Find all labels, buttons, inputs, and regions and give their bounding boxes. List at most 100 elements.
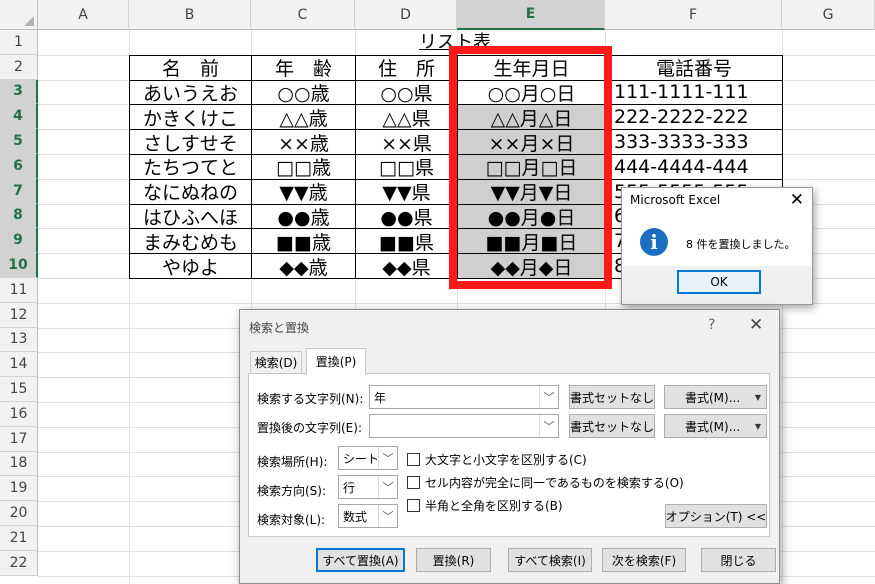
close-icon[interactable]: ✕ (790, 190, 804, 210)
look-in-select[interactable]: 数式 ﹀ (338, 504, 398, 528)
chevron-down-icon[interactable]: ﹀ (378, 476, 397, 498)
row-header-9[interactable]: 9 (0, 228, 38, 254)
table-header-cell[interactable]: 電話番号 (605, 54, 783, 81)
table-cell[interactable]: なにぬねの (129, 178, 252, 205)
table-cell[interactable]: △△県 (355, 104, 458, 131)
row-header-11[interactable]: 11 (0, 278, 38, 303)
chevron-down-icon[interactable]: ﹀ (539, 415, 558, 437)
table-cell[interactable]: 444-4444-444 (605, 154, 783, 180)
look-in-value: 数式 (343, 509, 368, 524)
row-header-14[interactable]: 14 (0, 352, 38, 378)
checkbox-box[interactable] (407, 476, 420, 489)
row-header-20[interactable]: 20 (0, 501, 38, 526)
row-header-4[interactable]: 4 (0, 104, 38, 130)
table-cell[interactable]: たちつてと (129, 154, 252, 180)
table-cell[interactable]: □□歳 (251, 154, 356, 180)
find-no-format-button[interactable]: 書式セットなし (569, 385, 655, 409)
row-header-17[interactable]: 17 (0, 426, 38, 452)
search-direction-select[interactable]: 行 ﹀ (338, 475, 398, 499)
replace-format-button[interactable]: 書式(M)... ▼ (664, 414, 767, 438)
row-header-13[interactable]: 13 (0, 327, 38, 353)
table-cell[interactable]: ●●歳 (251, 203, 356, 230)
row-header-5[interactable]: 5 (0, 129, 38, 154)
row-header-16[interactable]: 16 (0, 402, 38, 427)
table-header-cell[interactable]: 住 所 (355, 54, 458, 81)
help-icon[interactable]: ? (708, 317, 715, 333)
table-cell[interactable]: ▼▼歳 (251, 178, 356, 205)
table-cell[interactable]: 333-3333-333 (605, 129, 783, 155)
table-cell[interactable]: ■■県 (355, 228, 458, 255)
match-byte-checkbox[interactable]: 半角と全角を区別する(B) (407, 497, 563, 514)
table-cell[interactable]: ◆◆歳 (251, 253, 356, 279)
row-header-10[interactable]: 10 (0, 253, 38, 278)
row-header-21[interactable]: 21 (0, 526, 38, 551)
message-box-title: Microsoft Excel (630, 193, 721, 207)
table-cell[interactable]: あいうえお (129, 79, 252, 106)
row-header-12[interactable]: 12 (0, 302, 38, 328)
replace-input[interactable]: ﹀ (369, 414, 559, 438)
find-input[interactable]: 年 ﹀ (369, 385, 559, 409)
table-cell[interactable]: △△歳 (251, 104, 356, 131)
row-header-18[interactable]: 18 (0, 451, 38, 477)
info-icon: i (640, 228, 668, 256)
table-cell[interactable]: はひふへほ (129, 203, 252, 230)
table-cell[interactable]: ○○歳 (251, 79, 356, 106)
find-format-label: 書式(M)... (685, 390, 741, 405)
table-cell[interactable]: □□県 (355, 154, 458, 180)
table-cell[interactable]: ■■歳 (251, 228, 356, 255)
table-cell[interactable]: ××県 (355, 129, 458, 155)
ok-button[interactable]: OK (677, 270, 761, 294)
checkbox-box[interactable] (407, 453, 420, 466)
replace-no-format-button[interactable]: 書式セットなし (569, 414, 655, 438)
column-header-d[interactable]: D (355, 0, 457, 30)
within-select[interactable]: シート ﹀ (338, 446, 398, 470)
row-header-22[interactable]: 22 (0, 550, 38, 576)
table-cell[interactable]: ○○県 (355, 79, 458, 106)
column-header-f[interactable]: F (605, 0, 782, 30)
row-header-8[interactable]: 8 (0, 203, 38, 229)
table-cell[interactable]: かきくけこ (129, 104, 252, 131)
find-format-button[interactable]: 書式(M)... ▼ (664, 385, 767, 409)
table-cell[interactable]: さしすせそ (129, 129, 252, 155)
tab-replace[interactable]: 置換(P) (306, 348, 366, 374)
table-header-cell[interactable]: 名 前 (129, 54, 252, 81)
table-cell[interactable]: 111-1111-111 (605, 79, 783, 106)
column-header-a[interactable]: A (38, 0, 129, 30)
table-cell[interactable]: ●●県 (355, 203, 458, 230)
close-button[interactable]: 閉じる (701, 548, 776, 572)
table-cell[interactable]: ◆◆県 (355, 253, 458, 279)
table-cell[interactable]: ××歳 (251, 129, 356, 155)
column-header-c[interactable]: C (251, 0, 355, 30)
options-button[interactable]: オプション(T) << (665, 504, 767, 528)
within-value: シート (343, 451, 380, 466)
column-header-e[interactable]: E (457, 0, 605, 30)
match-case-checkbox[interactable]: 大文字と小文字を区別する(C) (407, 451, 587, 468)
row-header-3[interactable]: 3 (0, 79, 38, 105)
chevron-down-icon[interactable]: ﹀ (378, 505, 397, 527)
table-header-cell[interactable]: 年 齢 (251, 54, 356, 81)
chevron-down-icon: ▼ (754, 421, 761, 431)
chevron-down-icon[interactable]: ﹀ (378, 447, 397, 469)
row-header-19[interactable]: 19 (0, 476, 38, 502)
table-cell[interactable]: 222-2222-222 (605, 104, 783, 131)
column-header-g[interactable]: G (782, 0, 875, 30)
row-header-6[interactable]: 6 (0, 154, 38, 179)
tab-find[interactable]: 検索(D) (250, 351, 302, 373)
match-entire-cell-checkbox[interactable]: セル内容が完全に同一であるものを検索する(O) (407, 474, 684, 491)
table-cell[interactable]: ▼▼県 (355, 178, 458, 205)
row-header-15[interactable]: 15 (0, 377, 38, 402)
row-header-1[interactable]: 1 (0, 30, 38, 55)
row-header-2[interactable]: 2 (0, 54, 38, 80)
replace-all-button[interactable]: すべて置換(A) (316, 548, 405, 572)
replace-button[interactable]: 置換(R) (416, 548, 491, 572)
row-header-7[interactable]: 7 (0, 178, 38, 204)
find-next-button[interactable]: 次を検索(F) (602, 548, 686, 572)
table-cell[interactable]: やゆよ (129, 253, 252, 279)
find-all-button[interactable]: すべて検索(I) (508, 548, 592, 572)
column-header-b[interactable]: B (129, 0, 251, 30)
select-all-corner[interactable] (0, 0, 38, 30)
chevron-down-icon[interactable]: ﹀ (539, 386, 558, 408)
close-icon[interactable]: ✕ (749, 315, 763, 335)
checkbox-box[interactable] (407, 499, 420, 512)
table-cell[interactable]: まみむめも (129, 228, 252, 255)
